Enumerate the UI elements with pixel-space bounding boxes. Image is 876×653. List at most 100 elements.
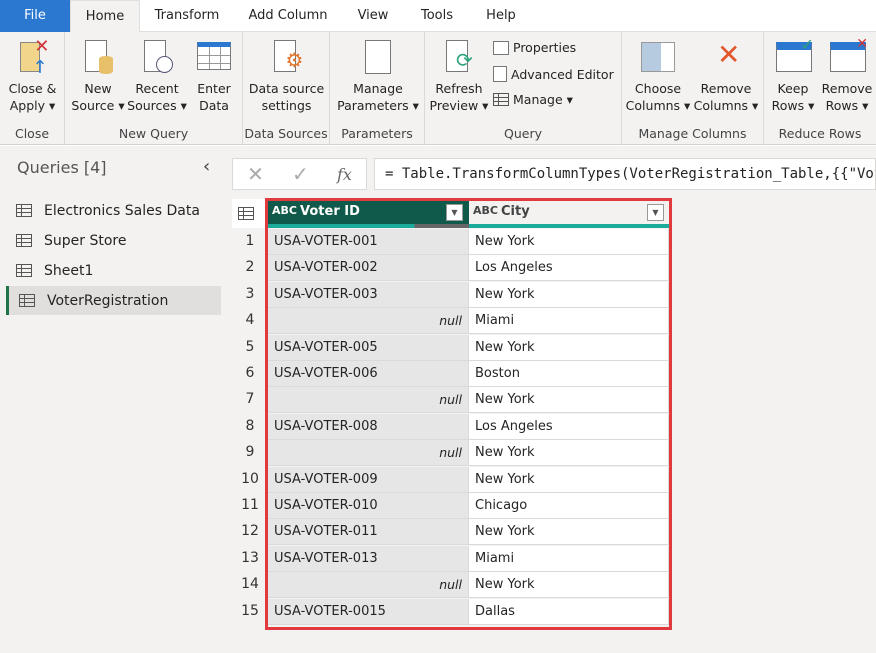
tab-file[interactable]: File [0,0,70,32]
data-source-settings-button[interactable]: ⚙ Data source settings [245,38,328,114]
close-apply-button[interactable]: ✕ ↑ Close & Apply ▾ [4,38,61,114]
highlight-box [265,198,672,630]
row-number[interactable]: 10 [232,471,268,487]
group-manage-columns: Choose Columns ▾ ✕ Remove Columns ▾ Manage … [622,32,764,145]
row-number[interactable]: 11 [232,497,268,513]
table-menu-button[interactable] [232,199,268,228]
row-number[interactable]: 14 [232,576,268,592]
tab-add-column[interactable]: Add Column [240,0,336,32]
label: settings [261,98,312,113]
group-label: New Query [118,126,189,141]
remove-rows-button[interactable]: ✕ Remove Rows ▾ [820,36,874,114]
label: Advanced Editor [511,66,614,82]
row-number[interactable]: 3 [232,286,268,302]
label: New [84,81,112,96]
recent-sources-button[interactable]: Recent Sources ▾ [127,38,187,114]
close-apply-icon: ✕ ↑ [16,38,50,77]
tab-tools[interactable]: Tools [412,0,462,32]
label: Choose [634,81,682,96]
tab-help[interactable]: Help [478,0,524,32]
label: Properties [513,40,577,55]
group-label: Parameters [341,126,413,141]
label: Manage [513,92,563,107]
query-item[interactable]: Super Store [6,226,221,255]
row-number[interactable]: 12 [232,523,268,539]
label: Remove [700,81,752,96]
row-number[interactable]: 4 [232,312,268,328]
ribbon-tabs: File Home Transform Add Column View Tool… [0,0,876,33]
group-data-sources: ⚙ Data source settings Data Sources [243,32,330,145]
manage-parameters-button[interactable]: Manage Parameters ▾ [334,38,422,114]
group-close: ✕ ↑ Close & Apply ▾ Close [0,32,65,145]
commit-check-icon[interactable]: ✓ [292,162,309,186]
label: Sources [127,98,177,113]
remove-columns-button[interactable]: ✕ Remove Columns ▾ [692,38,760,114]
label: Apply [9,98,46,113]
group-new-query: New Source ▾ Recent Sources ▾ Enter Data Ne… [65,32,243,145]
label: Data source [248,81,325,96]
keep-rows-button[interactable]: ✓ Keep Rows ▾ [768,36,818,114]
fx-icon[interactable]: fx [337,165,352,184]
label: Rows [771,98,805,113]
row-number[interactable]: 8 [232,418,268,434]
group-query: ⟳ Refresh Preview ▾ Properties Advanced Ed… [425,32,622,145]
label: Preview [429,98,479,113]
tab-transform[interactable]: Transform [148,0,226,32]
label: Data [199,98,229,113]
parameters-icon [361,38,395,76]
label: Enter [197,81,231,96]
row-number[interactable]: 2 [232,259,268,275]
ribbon: ✕ ↑ Close & Apply ▾ Close New Source ▾ Rece… [0,32,876,145]
group-reduce-rows: ✓ Keep Rows ▾ ✕ Remove Rows ▾ Reduce Rows [764,32,876,145]
table-icon [493,93,509,106]
row-number[interactable]: 13 [232,550,268,566]
formula-buttons: ✕ ✓ fx [232,158,367,190]
settings-gear-icon: ⚙ [270,38,304,76]
cancel-icon[interactable]: ✕ [247,162,264,186]
query-label: Electronics Sales Data [44,202,200,219]
choose-columns-button[interactable]: Choose Columns ▾ [624,38,692,114]
refresh-preview-button[interactable]: ⟳ Refresh Preview ▾ [429,38,489,114]
properties-button[interactable]: Properties [493,40,576,55]
remove-rows-icon: ✕ [830,36,868,76]
query-label: Sheet1 [44,262,94,279]
row-number[interactable]: 5 [232,339,268,355]
query-item[interactable]: Electronics Sales Data [6,196,221,225]
row-number[interactable]: 15 [232,603,268,619]
advanced-editor-button[interactable]: Advanced Editor [493,66,614,82]
row-number[interactable]: 6 [232,365,268,381]
label: Source [71,98,115,113]
label: Columns [625,98,681,113]
label: Recent [135,81,179,96]
properties-icon [493,40,509,55]
group-label: Data Sources [244,126,328,141]
enter-data-button[interactable]: Enter Data [189,38,239,114]
table-icon [16,264,32,277]
recent-sources-icon [140,38,174,76]
query-label: Super Store [44,232,127,249]
row-number[interactable]: 9 [232,444,268,460]
label: Remove [821,81,873,96]
table-icon [238,207,254,220]
formula-bar[interactable]: = Table.TransformColumnTypes(VoterRegist… [374,158,876,190]
collapse-chevron-icon[interactable]: ‹ [203,156,210,177]
row-number[interactable]: 1 [232,233,268,249]
table-icon [16,234,32,247]
query-item[interactable]: Sheet1 [6,256,221,285]
table-icon [16,204,32,217]
choose-columns-icon [641,38,675,76]
group-label: Reduce Rows [778,126,862,141]
enter-data-icon [197,38,231,76]
row-number[interactable]: 7 [232,391,268,407]
keep-rows-icon: ✓ [776,36,814,76]
group-parameters: Manage Parameters ▾ Parameters [330,32,425,145]
queries-title: Queries [4] [17,158,107,177]
query-item-selected[interactable]: VoterRegistration [6,286,221,315]
label: Close & [8,81,57,96]
tab-home[interactable]: Home [70,0,140,33]
remove-columns-icon: ✕ [717,38,741,71]
manage-button[interactable]: Manage ▾ [493,92,573,107]
new-source-button[interactable]: New Source ▾ [69,38,127,114]
tab-view[interactable]: View [350,0,396,32]
table-icon [19,294,35,307]
